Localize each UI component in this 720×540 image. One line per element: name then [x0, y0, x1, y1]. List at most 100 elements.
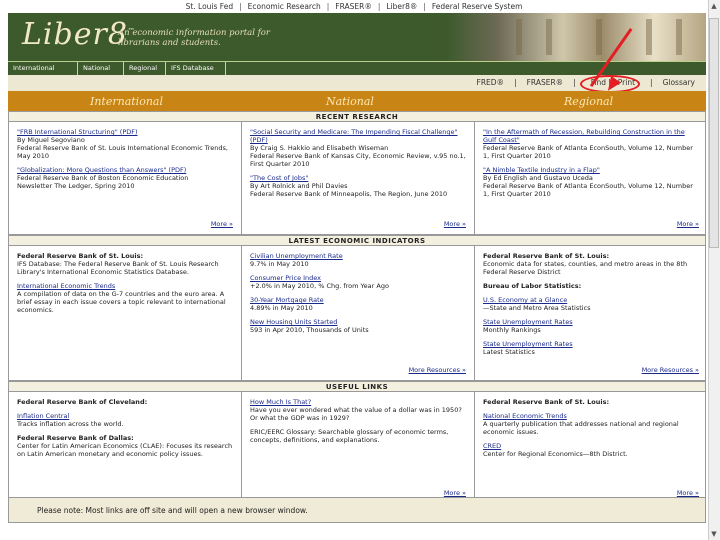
list-item: Inflation Central Tracks inflation across… — [17, 412, 233, 428]
list-item: "The Cost of Jobs" By Art Rolnick and Phi… — [250, 174, 466, 198]
more-link[interactable]: More Resources » — [409, 366, 466, 374]
subnav-link-glossary[interactable]: Glossary — [663, 78, 695, 87]
article-link[interactable]: "In the Aftermath of Recession, Rebuildi… — [483, 128, 699, 144]
item-text: By Craig S. Hakkio and Elisabeth Wiseman — [250, 144, 389, 152]
item-text: Economic data for states, counties, and … — [483, 260, 688, 276]
list-item: Federal Reserve Bank of Dallas: Center fo… — [17, 434, 233, 458]
article-link[interactable]: International Economic Trends — [17, 282, 233, 290]
separator: | — [239, 1, 242, 11]
list-item: 30-Year Mortgage Rate 4.89% in May 2010 — [250, 296, 466, 312]
item-text: 9.7% in May 2010 — [250, 260, 309, 268]
tab-national[interactable]: National — [78, 62, 124, 76]
section-column: "FRB International Structuring" (PDF) By … — [9, 122, 242, 234]
item-text: Federal Reserve Bank of Atlanta EconSout… — [483, 182, 693, 198]
item-text: Federal Reserve Bank of Minneapolis, The… — [250, 190, 448, 198]
column-header-international: International — [90, 95, 163, 108]
list-item: "In the Aftermath of Recession, Rebuildi… — [483, 128, 699, 160]
source-heading: Federal Reserve Bank of St. Louis: — [17, 252, 144, 260]
list-item: Civilian Unemployment Rate 9.7% in May 20… — [250, 252, 466, 268]
item-text: —State and Metro Area Statistics — [483, 304, 591, 312]
separator: | — [423, 1, 426, 11]
item-text: A quarterly publication that addresses n… — [483, 420, 679, 436]
section-body: Federal Reserve Bank of Cleveland: Inflat… — [8, 392, 706, 504]
article-link[interactable]: 30-Year Mortgage Rate — [250, 296, 466, 304]
list-item: International Economic Trends A compilati… — [17, 282, 233, 314]
section-column: "In the Aftermath of Recession, Rebuildi… — [475, 122, 707, 234]
article-link[interactable]: "FRB International Structuring" (PDF) — [17, 128, 233, 136]
footer-note: Please note: Most links are off site and… — [8, 497, 706, 523]
tab-international[interactable]: International — [8, 62, 78, 76]
list-item: "A Nimble Textile Industry in a Flap" By … — [483, 166, 699, 198]
separator: | — [377, 1, 381, 11]
article-link[interactable]: U.S. Economy at a Glance — [483, 296, 699, 304]
source-heading: Federal Reserve Bank of Dallas: — [17, 434, 134, 442]
tab-ifs-database[interactable]: IFS Database — [166, 62, 226, 76]
item-text: Federal Reserve Bank of Boston Economic … — [17, 174, 189, 182]
section-column: Civilian Unemployment Rate 9.7% in May 20… — [242, 246, 475, 380]
separator: | — [650, 78, 653, 87]
scrollbar-thumb[interactable] — [709, 18, 719, 248]
section-header: LATEST ECONOMIC INDICATORS — [8, 235, 706, 246]
site-banner: Liber8™ An economic information portal f… — [8, 13, 706, 61]
item-text: Federal Reserve Bank of St. Louis Intern… — [17, 144, 228, 160]
subnav-link-fred[interactable]: FRED® — [477, 78, 505, 87]
section-body: "FRB International Structuring" (PDF) By … — [8, 122, 706, 235]
more-link[interactable]: More » — [211, 220, 233, 228]
item-text: Latest Statistics — [483, 348, 535, 356]
article-link[interactable]: How Much Is That? — [250, 398, 466, 406]
section-header: RECENT RESEARCH — [8, 111, 706, 122]
more-link[interactable]: More Resources » — [642, 366, 699, 374]
more-link[interactable]: More » — [677, 489, 699, 497]
item-text: Center for Regional Economics—8th Distri… — [483, 450, 628, 458]
list-item: National Economic Trends A quarterly publ… — [483, 412, 699, 436]
vertical-scrollbar[interactable]: ▲ ▼ — [708, 0, 720, 540]
list-item: Consumer Price Index +2.0% in May 2010, %… — [250, 274, 466, 290]
more-link[interactable]: More » — [444, 489, 466, 497]
item-text: Have you ever wondered what the value of… — [250, 406, 462, 422]
list-item: Federal Reserve Bank of Cleveland: — [17, 398, 233, 406]
section-column: Federal Reserve Bank of St. Louis: IFS Da… — [9, 246, 242, 380]
article-link[interactable]: Inflation Central — [17, 412, 233, 420]
section-body: Federal Reserve Bank of St. Louis: IFS Da… — [8, 246, 706, 381]
more-link[interactable]: More » — [444, 220, 466, 228]
books-image — [446, 13, 706, 61]
tab-regional[interactable]: Regional — [124, 62, 166, 76]
article-link[interactable]: "Globalization: More Questions than Answ… — [17, 166, 233, 174]
separator: | — [514, 78, 517, 87]
topnav-link[interactable]: Liber8® — [386, 2, 417, 11]
topnav-link[interactable]: Federal Reserve System — [432, 2, 523, 11]
item-text: ERIC/EERC Glossary: Searchable glossary … — [250, 428, 449, 444]
scroll-up-arrow-icon[interactable]: ▲ — [709, 1, 719, 11]
article-link[interactable]: Civilian Unemployment Rate — [250, 252, 466, 260]
list-item: State Unemployment Rates Monthly Rankings — [483, 318, 699, 334]
column-header-regional: Regional — [564, 95, 614, 108]
top-navigation: St. Louis Fed | Economic Research | FRASER® |… — [0, 0, 708, 12]
article-link[interactable]: New Housing Units Started — [250, 318, 466, 326]
list-item: "Social Security and Medicare: The Impen… — [250, 128, 466, 168]
source-heading: Bureau of Labor Statistics: — [483, 282, 582, 290]
topnav-link[interactable]: FRASER® — [335, 2, 372, 11]
item-text: Newsletter The Ledger, Spring 2010 — [17, 182, 135, 190]
article-link[interactable]: "The Cost of Jobs" — [250, 174, 466, 182]
list-item: "Globalization: More Questions than Answ… — [17, 166, 233, 190]
scroll-down-arrow-icon[interactable]: ▼ — [709, 529, 719, 539]
list-item: How Much Is That? Have you ever wondered … — [250, 398, 466, 422]
secondary-navigation: FRED® | FRASER® | Find In Print | Glossary — [8, 75, 706, 93]
item-text: Tracks inflation across the world. — [17, 420, 124, 428]
list-item: Federal Reserve Bank of St. Louis: IFS Da… — [17, 252, 233, 276]
article-link[interactable]: "A Nimble Textile Industry in a Flap" — [483, 166, 699, 174]
subnav-link-fraser[interactable]: FRASER® — [527, 78, 564, 87]
article-link[interactable]: Consumer Price Index — [250, 274, 466, 282]
section-column: How Much Is That? Have you ever wondered … — [242, 392, 475, 503]
topnav-link[interactable]: Economic Research — [248, 2, 321, 11]
topnav-link[interactable]: St. Louis Fed — [186, 2, 234, 11]
column-header-national: National — [326, 95, 374, 108]
more-link[interactable]: More » — [677, 220, 699, 228]
item-text: IFS Database: The Federal Reserve Bank o… — [17, 260, 219, 276]
article-link[interactable]: State Unemployment Rates — [483, 318, 699, 326]
article-link[interactable]: State Unemployment Rates — [483, 340, 699, 348]
column-header-bar: International National Regional — [8, 91, 706, 111]
article-link[interactable]: "Social Security and Medicare: The Impen… — [250, 128, 466, 144]
article-link[interactable]: National Economic Trends — [483, 412, 699, 420]
article-link[interactable]: CRED — [483, 442, 699, 450]
